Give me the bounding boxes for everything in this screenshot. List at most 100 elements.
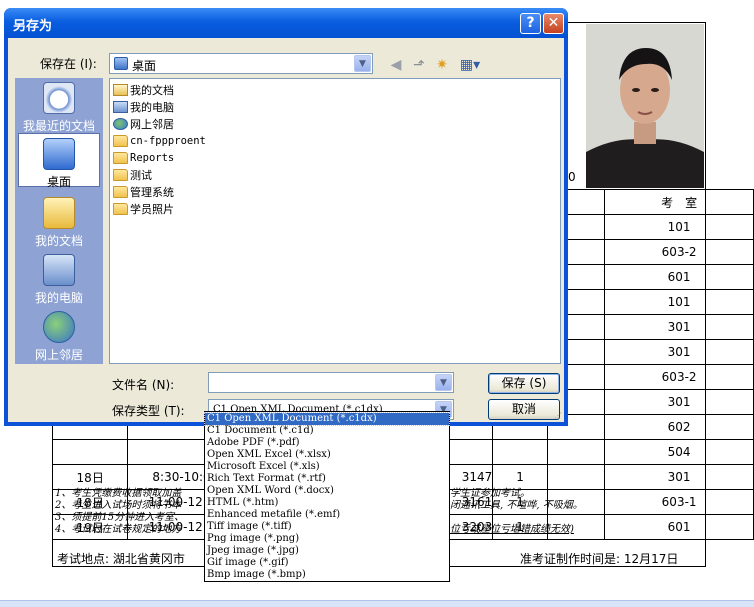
save-in-label: 保存在 (I): <box>40 57 97 71</box>
cell-room: 301 <box>604 464 754 490</box>
cell-room: 101 <box>604 289 754 315</box>
note-line: 2、考生进入试场时须将书本 <box>55 500 182 511</box>
resize-grip-icon[interactable]: ⋰ <box>554 411 562 420</box>
desktop-icon <box>43 138 75 170</box>
cell-room: 601 <box>604 264 754 290</box>
place-label: 网上邻居 <box>34 348 83 362</box>
note-line: 闭通讯工具, 不喧哗, 不吸烟。 <box>450 500 583 511</box>
filetype-option[interactable]: Png image (*.png) <box>205 533 449 545</box>
filename-label: 文件名 (N): <box>112 378 175 392</box>
folder-icon <box>113 169 128 181</box>
my-computer-icon <box>113 101 128 113</box>
filetype-option[interactable]: Open XML Excel (*.xlsx) <box>205 449 449 461</box>
place-my-documents[interactable]: 我的文档 <box>15 193 103 248</box>
candidate-photo <box>586 24 704 188</box>
exam-notes-continued: 学生证参加考试。 闭通讯工具, 不喧哗, 不吸烟。 位亏或座位亏堪错成绩无效) <box>450 488 583 536</box>
filetype-option[interactable]: Rich Text Format (*.rtf) <box>205 473 449 485</box>
dialog-client-area: 保存在 (I): 桌面 ▼ ◀ ⬏ ✷ ▦▾ 我最近的文档 桌面 我的文档 我的… <box>8 38 564 422</box>
note-line <box>450 512 583 524</box>
taskbar <box>0 600 754 607</box>
filetype-option[interactable]: Gif image (*.gif) <box>205 557 449 569</box>
dialog-titlebar[interactable]: 另存为 ? ✕ <box>4 8 568 38</box>
save-button[interactable]: 保存 (S) <box>488 373 560 394</box>
place-recent-documents[interactable]: 我最近的文档 <box>15 78 103 133</box>
list-item[interactable]: 测试 <box>113 167 152 183</box>
filetype-option[interactable]: Bmp image (*.bmp) <box>205 569 449 581</box>
network-places-icon <box>43 311 75 343</box>
dialog-title: 另存为 <box>13 19 53 34</box>
cancel-button[interactable]: 取消 <box>488 399 560 420</box>
back-button[interactable]: ◀ <box>386 55 406 75</box>
cell-room: 301 <box>604 389 754 415</box>
save-in-combo[interactable]: 桌面 ▼ <box>109 53 373 74</box>
list-item[interactable]: Reports <box>113 150 174 166</box>
exam-location: 考试地点: 湖北省黄冈市 <box>57 552 185 566</box>
cell-room: 301 <box>604 339 754 365</box>
filename-combo[interactable]: ▼ <box>208 372 454 393</box>
chevron-down-icon[interactable]: ▼ <box>435 374 452 391</box>
cell-room: 603-1 <box>604 489 754 515</box>
folder-icon <box>113 186 128 198</box>
new-folder-icon: ✷ <box>436 57 448 73</box>
desktop-icon <box>114 57 128 70</box>
list-item[interactable]: 我的电脑 <box>113 99 174 115</box>
list-item[interactable]: 管理系统 <box>113 184 174 200</box>
filetype-option[interactable]: HTML (*.htm) <box>205 497 449 509</box>
photo-number: 0 <box>568 170 576 184</box>
question-mark-icon: ? <box>526 15 535 31</box>
place-label: 我的电脑 <box>34 291 83 305</box>
note-line: 3、须提前15分钟进入考室、 <box>55 512 185 523</box>
place-label: 桌面 <box>46 175 71 189</box>
place-desktop[interactable]: 桌面 <box>18 133 100 189</box>
filetype-option[interactable]: Adobe PDF (*.pdf) <box>205 437 449 449</box>
save-as-dialog: 另存为 ? ✕ 保存在 (I): 桌面 ▼ ◀ ⬏ ✷ ▦▾ 我最近的文档 桌面 <box>4 8 568 426</box>
folder-icon <box>113 152 128 164</box>
cell-seat <box>546 464 606 490</box>
room-header: 考 室 <box>604 189 754 215</box>
help-button[interactable]: ? <box>520 13 541 34</box>
network-places-icon <box>113 118 128 130</box>
cell-room: 603-2 <box>604 364 754 390</box>
place-my-computer[interactable]: 我的电脑 <box>15 250 103 305</box>
cell-day: 18日 <box>51 464 129 490</box>
my-computer-icon <box>43 254 75 286</box>
places-bar: 我最近的文档 桌面 我的文档 我的电脑 网上邻居 <box>15 78 103 364</box>
list-item[interactable]: 我的文档 <box>113 82 174 98</box>
note-line: 1、考生凭缴费收据领取加盖 <box>55 488 182 499</box>
exam-notes: 1、考生凭缴费收据领取加盖 2、考生进入试场时须将书本 3、须提前15分钟进入考… <box>55 488 184 536</box>
note-line: 4、考试时在试卷规定的地方 <box>55 524 182 535</box>
recent-documents-icon <box>43 82 75 114</box>
file-list[interactable]: 我的文档 我的电脑 网上邻居 cn-fppproent Reports 测试 管… <box>109 78 561 364</box>
list-item[interactable]: cn-fppproent <box>113 133 206 149</box>
filetype-option[interactable]: Jpeg image (*.jpg) <box>205 545 449 557</box>
filetype-option[interactable]: Open XML Word (*.docx) <box>205 485 449 497</box>
back-arrow-icon: ◀ <box>390 57 402 73</box>
list-item[interactable]: 学员照片 <box>113 201 174 217</box>
my-documents-icon <box>113 84 128 96</box>
filetype-option[interactable]: Microsoft Excel (*.xls) <box>205 461 449 473</box>
place-network[interactable]: 网上邻居 <box>15 307 103 362</box>
my-documents-icon <box>43 197 75 229</box>
note-line: 学生证参加考试。 <box>450 488 530 499</box>
save-in-value: 桌面 <box>132 59 157 73</box>
chevron-down-icon[interactable]: ▼ <box>354 55 371 72</box>
cell-room: 603-2 <box>604 239 754 265</box>
up-folder-button[interactable]: ⬏ <box>409 55 429 75</box>
new-folder-button[interactable]: ✷ <box>432 55 452 75</box>
note-line: 位亏或座位亏堪错成绩无效) <box>450 524 574 535</box>
ticket-made-time: 准考证制作时间是: 12月17日 <box>520 552 679 566</box>
view-menu-button[interactable]: ▦▾ <box>457 55 483 75</box>
filetype-option[interactable]: Tiff image (*.tiff) <box>205 521 449 533</box>
filetype-option[interactable]: C1 Document (*.c1d) <box>205 425 449 437</box>
list-item[interactable]: 网上邻居 <box>113 116 174 132</box>
filetype-option[interactable]: C1 Open XML Document (*.c1dx) <box>204 412 450 426</box>
filetype-option[interactable]: Enhanced metafile (*.emf) <box>205 509 449 521</box>
folder-icon <box>113 135 128 147</box>
filetype-label: 保存类型 (T): <box>112 404 185 418</box>
cell-room: 101 <box>604 214 754 240</box>
filetype-dropdown-list[interactable]: C1 Open XML Document (*.c1dx) C1 Documen… <box>204 411 450 582</box>
close-button[interactable]: ✕ <box>543 13 564 34</box>
close-icon: ✕ <box>547 15 560 31</box>
folder-icon <box>113 203 128 215</box>
place-label: 我最近的文档 <box>22 119 95 133</box>
